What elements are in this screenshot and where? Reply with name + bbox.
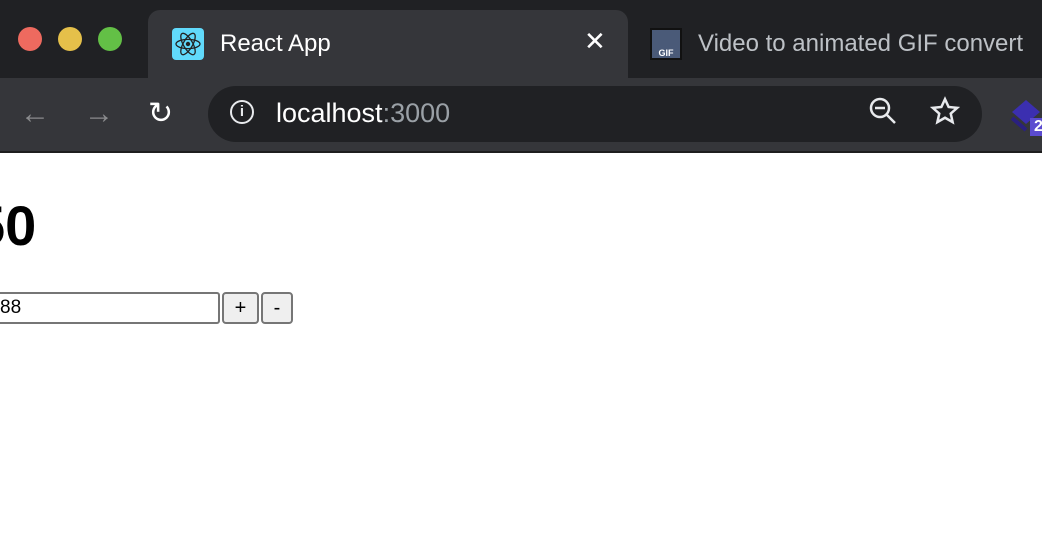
tab-strip: React App ✕ GIF Video to animated GIF co… bbox=[0, 0, 1042, 78]
url-port: :3000 bbox=[382, 98, 451, 128]
window-zoom-button[interactable] bbox=[98, 27, 122, 51]
window-minimize-button[interactable] bbox=[58, 27, 82, 51]
extension-badge: 2 bbox=[1030, 118, 1042, 136]
url-host: localhost bbox=[276, 98, 383, 128]
info-icon[interactable]: i bbox=[230, 100, 254, 124]
react-logo-icon bbox=[172, 28, 204, 60]
tab-title: Video to animated GIF convert bbox=[698, 30, 1024, 57]
increment-button[interactable]: + bbox=[222, 292, 259, 324]
counter-heading: 50 bbox=[0, 194, 37, 257]
window-close-button[interactable] bbox=[18, 27, 42, 51]
forward-button[interactable]: → bbox=[84, 96, 114, 132]
star-icon[interactable] bbox=[929, 96, 961, 133]
address-bar[interactable]: i localhost:3000 bbox=[208, 86, 982, 142]
number-input[interactable] bbox=[0, 292, 220, 324]
gif-film-icon: GIF bbox=[650, 28, 682, 60]
tab-react-app[interactable]: React App ✕ bbox=[148, 10, 628, 78]
zoom-out-icon[interactable] bbox=[868, 96, 898, 133]
browser-toolbar: ← → ↻ i localhost:3000 bbox=[0, 78, 1042, 153]
extension-icon[interactable]: 2 bbox=[1010, 98, 1042, 142]
tab-close-icon[interactable]: ✕ bbox=[584, 26, 606, 57]
tab-gif-converter[interactable]: GIF Video to animated GIF convert bbox=[650, 28, 1042, 68]
tab-title: React App bbox=[220, 30, 331, 57]
reload-button[interactable]: ↻ bbox=[148, 96, 173, 132]
decrement-button[interactable]: - bbox=[261, 292, 293, 324]
back-button[interactable]: ← bbox=[20, 96, 50, 132]
page-content: 50 + - bbox=[0, 153, 1042, 540]
url-text[interactable]: localhost:3000 bbox=[276, 98, 450, 129]
